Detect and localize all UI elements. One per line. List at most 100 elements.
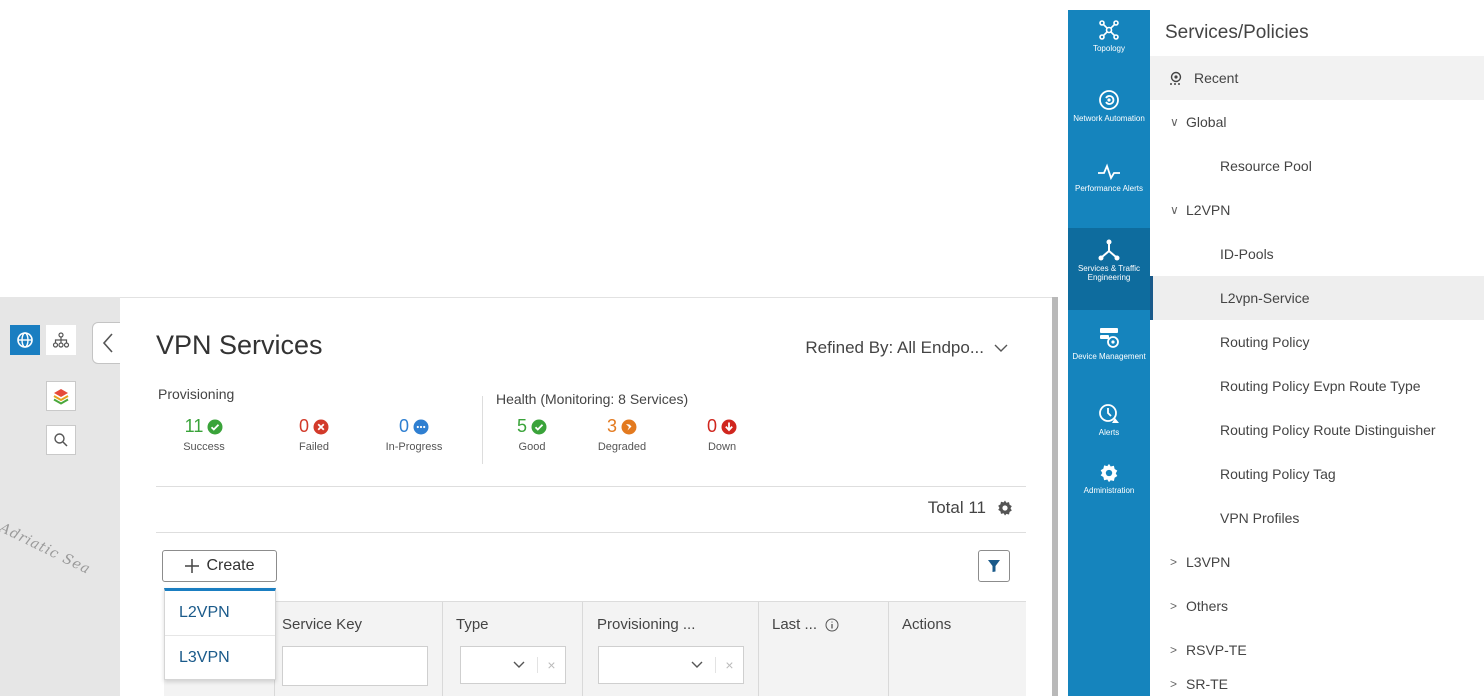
create-button[interactable]: Create <box>162 550 277 582</box>
stat-in-progress[interactable]: 0 In-Progress <box>374 416 454 453</box>
side-item-l2vpn-service[interactable]: L2vpn-Service <box>1150 276 1484 320</box>
side-item-label: Recent <box>1194 70 1239 86</box>
topology-view-button[interactable] <box>46 325 76 355</box>
stat-degraded[interactable]: 3 Degraded <box>582 416 662 453</box>
column-label: Last ... <box>772 616 818 633</box>
info-icon[interactable] <box>825 618 839 632</box>
stat-down[interactable]: 0 Down <box>682 416 762 453</box>
column-service-key[interactable]: Service Key <box>282 616 362 633</box>
services-icon <box>1098 239 1120 261</box>
nav-label: Performance Alerts <box>1074 184 1144 193</box>
main-navigation-rail: Topology Network Automation Performance … <box>1068 10 1150 696</box>
panel-scrollbar[interactable] <box>1052 297 1058 696</box>
provisioning-label: Provisioning <box>158 386 235 402</box>
side-item-routing-policy-evpn-route-type[interactable]: Routing Policy Evpn Route Type <box>1150 364 1484 408</box>
side-item-label: L2VPN <box>1186 202 1231 218</box>
nav-device-management[interactable]: Device Management <box>1068 326 1150 392</box>
divider <box>156 486 1026 487</box>
side-item-label: Resource Pool <box>1220 158 1312 174</box>
stat-value: 11 <box>184 416 204 436</box>
clear-icon[interactable]: × <box>537 657 565 673</box>
good-check-icon <box>531 419 547 434</box>
nav-label: Topology <box>1092 44 1126 53</box>
nav-services-traffic-engineering[interactable]: Services & Traffic Engineering <box>1068 228 1150 310</box>
stat-good[interactable]: 5 Good <box>492 416 572 453</box>
chevron-right-icon: > <box>1170 677 1178 691</box>
stat-failed[interactable]: 0 Failed <box>274 416 354 453</box>
degraded-icon <box>621 419 637 434</box>
stat-success[interactable]: 11 Success <box>164 416 244 453</box>
nav-label: Administration <box>1083 486 1135 495</box>
side-group-global[interactable]: ∨ Global <box>1150 100 1484 144</box>
create-dropdown-menu: L2VPN L3VPN <box>164 588 276 680</box>
side-item-label: Routing Policy <box>1220 334 1310 350</box>
column-type[interactable]: Type <box>456 616 489 633</box>
create-menu-item-l2vpn[interactable]: L2VPN <box>165 591 275 635</box>
column-label: Type <box>456 616 489 633</box>
stat-value: 0 <box>298 416 309 436</box>
side-item-id-pools[interactable]: ID-Pools <box>1150 232 1484 276</box>
side-item-vpn-profiles[interactable]: VPN Profiles <box>1150 496 1484 540</box>
column-separator <box>888 602 889 696</box>
layers-button[interactable] <box>46 381 76 411</box>
chevron-down-icon <box>994 344 1008 352</box>
side-item-routing-policy-route-distinguisher[interactable]: Routing Policy Route Distinguisher <box>1150 408 1484 452</box>
column-separator <box>758 602 759 696</box>
side-item-label: VPN Profiles <box>1220 510 1300 526</box>
type-filter-select[interactable]: × <box>460 646 566 684</box>
nav-label: Alerts <box>1098 428 1120 437</box>
nav-administration[interactable]: Administration <box>1068 462 1150 514</box>
side-item-resource-pool[interactable]: Resource Pool <box>1150 144 1484 188</box>
plus-icon <box>185 559 200 573</box>
side-item-routing-policy[interactable]: Routing Policy <box>1150 320 1484 364</box>
nav-network-automation[interactable]: Network Automation <box>1068 88 1150 154</box>
side-item-label: Routing Policy Route Distinguisher <box>1220 422 1436 438</box>
side-item-label: ID-Pools <box>1220 246 1274 262</box>
search-icon <box>54 433 68 447</box>
side-item-label: RSVP-TE <box>1186 642 1247 658</box>
side-panel-title: Services/Policies <box>1165 22 1309 43</box>
side-group-others[interactable]: > Others <box>1150 584 1484 628</box>
stat-value: 5 <box>516 416 527 436</box>
chevron-down-icon <box>501 658 537 672</box>
nav-topology[interactable]: Topology <box>1068 18 1150 80</box>
provisioning-filter-select[interactable]: × <box>598 646 744 684</box>
side-group-l2vpn[interactable]: ∨ L2VPN <box>1150 188 1484 232</box>
side-group-sr-te[interactable]: > SR-TE <box>1150 666 1484 696</box>
column-actions: Actions <box>902 616 951 633</box>
refined-by-dropdown[interactable]: Refined By: All Endpo... <box>805 338 1008 358</box>
side-item-routing-policy-tag[interactable]: Routing Policy Tag <box>1150 452 1484 496</box>
device-management-icon <box>1100 328 1119 348</box>
column-separator <box>442 602 443 696</box>
gear-icon[interactable] <box>996 499 1014 517</box>
column-last[interactable]: Last ... <box>772 616 839 633</box>
globe-icon <box>17 332 33 348</box>
stat-label: Failed <box>299 441 329 453</box>
hierarchy-icon <box>52 332 70 348</box>
side-item-label: L2vpn-Service <box>1220 290 1310 306</box>
nav-alerts[interactable]: Alerts <box>1068 402 1150 454</box>
column-separator <box>582 602 583 696</box>
refined-by-label: Refined By: All Endpo... <box>805 338 984 357</box>
create-menu-item-l3vpn[interactable]: L3VPN <box>165 635 275 679</box>
column-provisioning[interactable]: Provisioning ... <box>597 616 695 633</box>
side-item-recent[interactable]: Recent <box>1150 56 1484 100</box>
create-label: Create <box>206 557 255 574</box>
stat-label: Down <box>707 441 737 453</box>
administration-icon <box>1100 463 1118 483</box>
nav-performance-alerts[interactable]: Performance Alerts <box>1068 162 1150 224</box>
clear-icon[interactable]: × <box>715 657 743 673</box>
stats-divider <box>482 396 483 464</box>
map-search-button[interactable] <box>46 425 76 455</box>
globe-view-button[interactable] <box>10 325 40 355</box>
column-label: Actions <box>902 616 952 633</box>
stat-value: 0 <box>706 416 717 436</box>
side-group-l3vpn[interactable]: > L3VPN <box>1150 540 1484 584</box>
filter-button[interactable] <box>978 550 1010 582</box>
stat-label: In-Progress <box>385 441 443 453</box>
table-header: Service Key Type × Provisioning ... × La… <box>164 601 1026 696</box>
stat-value: 0 <box>398 416 409 436</box>
service-key-filter-input[interactable] <box>282 646 428 686</box>
column-label: Service Key <box>282 616 363 633</box>
chevron-down-icon <box>679 658 715 672</box>
